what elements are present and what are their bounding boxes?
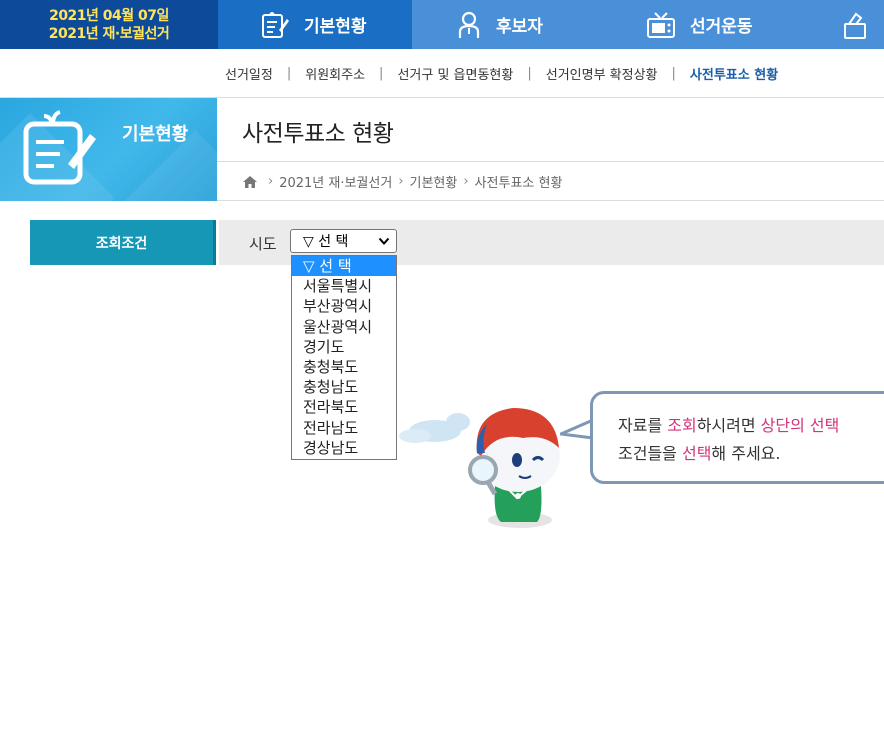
chevron-right-icon: › [463,174,469,189]
sido-select[interactable]: ▽ 선 택 [290,229,397,253]
sido-option[interactable]: 전라북도 [292,397,396,417]
chevron-right-icon: › [268,174,274,189]
mascot-illustration [399,408,560,528]
breadcrumb-item[interactable]: 2021년 재·보궐선거 [279,172,392,191]
search-condition-label: 조회조건 [30,220,216,265]
category-label: 기본현황 [122,124,189,145]
election-name: 2021년 재·보궐선거 [48,25,170,42]
subnav-divider: | [527,66,532,81]
nav-voting[interactable] [800,0,884,49]
subnav-divider: | [671,66,676,81]
page-title: 사전투표소 현황 [242,121,394,147]
document-edit-icon [262,11,289,38]
subnav-divider: | [286,66,292,81]
subnav-voter-list-status[interactable]: 선거인명부 확정상황 [546,64,658,83]
category-panel: 기본현황 [0,98,217,201]
notice-text: 하시려면 [696,416,761,435]
nav-campaign[interactable]: 선거운동 [606,0,800,49]
ballot-box-icon [844,12,866,39]
nav-basic-status[interactable]: 기본현황 [218,0,412,49]
notice-text: 자료를 [618,416,668,435]
notice-highlight: 상단의 선택 [760,416,840,435]
election-badge[interactable]: 2021년 04월 07일 2021년 재·보궐선거 [0,0,218,49]
nav-basic-status-label: 기본현황 [304,17,367,37]
notice-text: 조건들을 [618,444,682,463]
subnav-district-status[interactable]: 선거구 및 읍면동현황 [397,64,513,83]
divider [217,200,884,201]
sido-option[interactable]: 충청북도 [292,357,396,377]
home-icon[interactable] [242,175,258,189]
notice-text: 해 주세요. [711,444,781,463]
sido-option[interactable]: 충청남도 [292,377,396,397]
sido-label: 시도 [249,235,277,253]
breadcrumb-item-current: 사전투표소 현황 [474,176,563,191]
notice-highlight: 조회 [667,416,697,435]
notice-message: 자료를 조회하시려면 상단의 선택 조건들을 선택해 주세요. [618,412,839,468]
divider [217,161,884,162]
tv-icon [647,11,675,38]
notepad-icon [23,110,96,185]
sido-option[interactable]: 울산광역시 [292,317,396,337]
sido-option[interactable]: 서울특별시 [292,276,396,296]
sub-navigation: 선거일정 | 위원회주소 | 선거구 및 읍면동현황 | 선거인명부 확정상황 … [0,49,884,98]
sido-option[interactable]: ▽ 선 택 [292,256,396,277]
election-date: 2021년 04월 07일 [49,7,169,24]
person-icon [458,11,480,38]
subnav-election-schedule[interactable]: 선거일정 [225,64,273,83]
sido-option[interactable]: 부산광역시 [292,296,396,316]
sido-dropdown-list: ▽ 선 택 서울특별시 부산광역시 울산광역시 경기도 충청북도 충청남도 전라… [291,255,397,460]
sido-option[interactable]: 전라남도 [292,418,396,438]
sido-option[interactable]: 경기도 [292,337,396,357]
sido-select-value: ▽ 선 택 [303,234,349,250]
subnav-divider: | [379,66,384,81]
chevron-down-icon [378,237,390,245]
chevron-right-icon: › [398,174,404,189]
top-navigation-bar: 2021년 04월 07일 2021년 재·보궐선거 기본현황 후보자 선거운동 [0,0,884,49]
notice-highlight: 선택 [681,444,712,463]
sido-option[interactable]: 경상남도 [292,438,396,458]
nav-candidates[interactable]: 후보자 [412,0,606,49]
subnav-early-voting-stations[interactable]: 사전투표소 현황 [690,64,778,83]
breadcrumb: › 2021년 재·보궐선거 › 기본현황 › 사전투표소 현황 [242,172,562,191]
breadcrumb-item[interactable]: 기본현황 [410,172,458,191]
subnav-committee-address[interactable]: 위원회주소 [305,64,365,83]
nav-candidates-label: 후보자 [496,17,543,37]
nav-campaign-label: 선거운동 [690,17,753,37]
